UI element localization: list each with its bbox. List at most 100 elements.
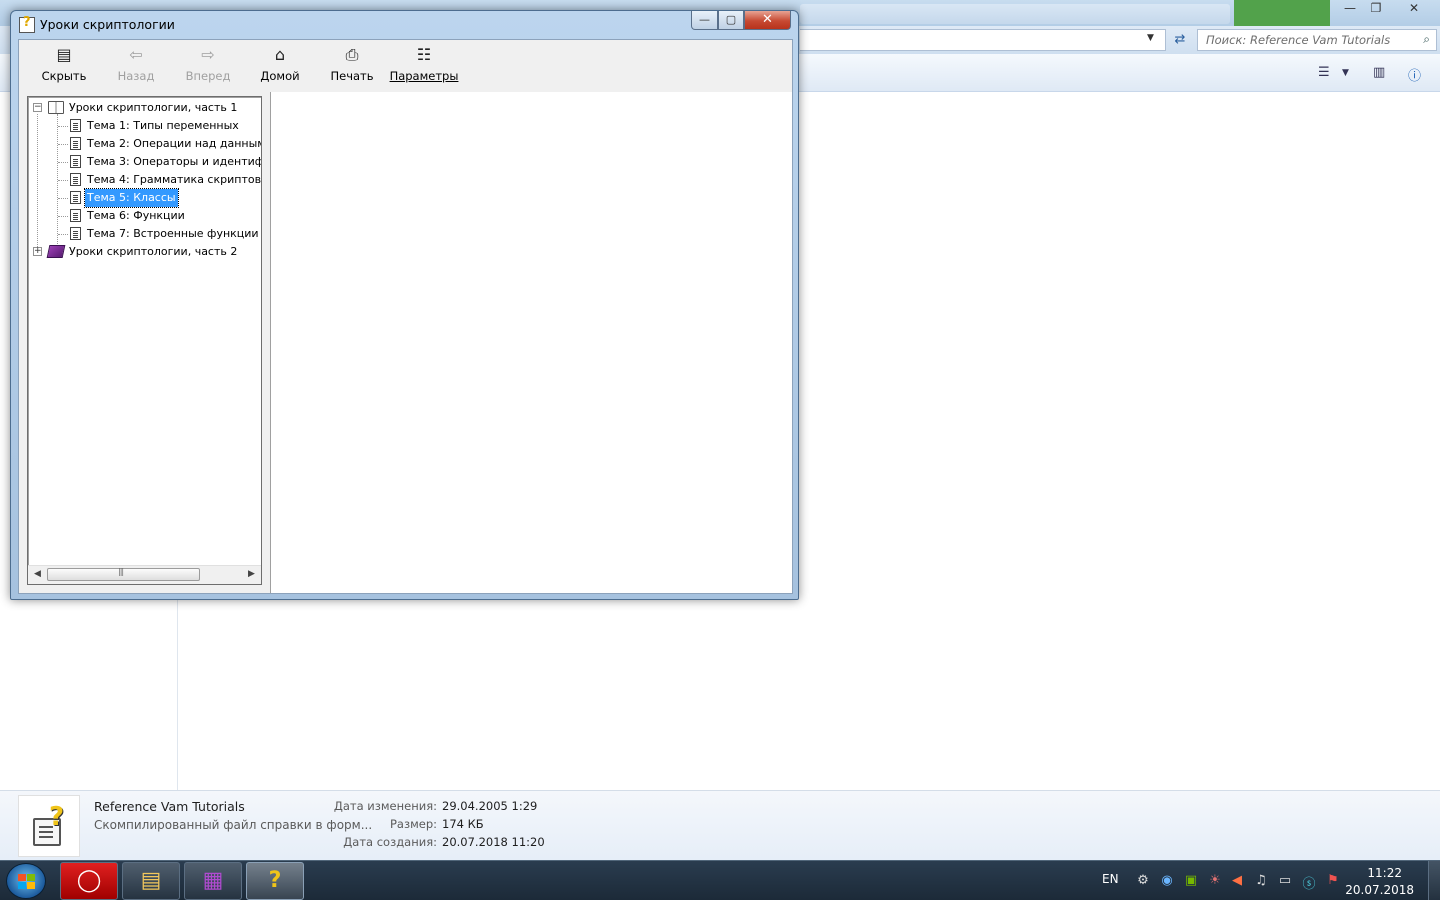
skype-icon[interactable]: ⓢ bbox=[1300, 873, 1318, 892]
address-field[interactable] bbox=[800, 29, 1166, 51]
topic-content-pane bbox=[270, 92, 792, 593]
windows-logo-icon bbox=[18, 874, 36, 890]
scroll-right-icon[interactable]: ▶ bbox=[243, 566, 260, 583]
toc-topic-label: Тема 4: Грамматика скриптов bbox=[87, 173, 261, 186]
start-button[interactable] bbox=[6, 863, 46, 899]
flag-icon[interactable]: ◀ bbox=[1228, 873, 1246, 888]
close-button[interactable]: ✕ bbox=[744, 11, 791, 30]
window-title: Уроки скриптологии bbox=[40, 17, 175, 32]
toc-book-label: Уроки скриптологии, часть 1 bbox=[69, 101, 238, 114]
toc-topic-label: Тема 6: Функции bbox=[87, 209, 185, 222]
scroll-left-icon[interactable]: ◀ bbox=[29, 566, 46, 583]
help-window: ? Уроки скриптологии — ▢ ✕ ▤ Скрыть ⇦ На… bbox=[10, 10, 799, 600]
explorer-restore-button[interactable]: ❐ bbox=[1362, 0, 1390, 18]
search-input[interactable]: Поиск: Reference Vam Tutorials ⌕ bbox=[1197, 29, 1437, 51]
help-file-icon: ? bbox=[268, 868, 282, 893]
nvidia-icon[interactable]: ▣ bbox=[1182, 873, 1200, 888]
details-modified-value: 29.04.2005 1:29 bbox=[442, 799, 538, 813]
home-button[interactable]: ⌂ Домой bbox=[249, 44, 311, 88]
toc-topic-label: Тема 7: Встроенные функции Гот bbox=[87, 227, 261, 240]
language-indicator[interactable]: EN bbox=[1102, 872, 1119, 886]
forward-arrow-icon: ⇨ bbox=[201, 45, 215, 64]
view-options-icon[interactable]: ☰ bbox=[1318, 65, 1330, 80]
printer-icon: ⎙ bbox=[345, 45, 359, 64]
details-created-value: 20.07.2018 11:20 bbox=[442, 835, 545, 849]
toc-book-label: Уроки скриптологии, часть 2 bbox=[69, 245, 238, 258]
search-placeholder: Поиск: Reference Vam Tutorials bbox=[1206, 33, 1391, 47]
refresh-icon[interactable]: ⇄ bbox=[1170, 30, 1190, 50]
show-desktop-button[interactable] bbox=[1428, 861, 1440, 900]
help-client-area: ▤ Скрыть ⇦ Назад ⇨ Вперед ⌂ Домой ⎙ Печа… bbox=[18, 39, 793, 594]
hide-button[interactable]: ▤ Скрыть bbox=[33, 44, 95, 88]
closed-book-icon bbox=[46, 245, 66, 258]
details-pane: ? Reference Vam Tutorials Скомпилированн… bbox=[0, 790, 1440, 860]
details-size-label: Размер: bbox=[389, 817, 437, 831]
page-icon bbox=[70, 191, 81, 204]
help-app-icon: ? bbox=[19, 15, 35, 33]
search-icon[interactable]: ⌕ bbox=[1423, 32, 1430, 47]
collapse-icon[interactable]: − bbox=[33, 103, 42, 112]
minimize-button[interactable]: — bbox=[691, 11, 718, 30]
details-created-label: Дата создания: bbox=[343, 835, 437, 849]
hide-icon: ▤ bbox=[56, 45, 72, 64]
taskbar-opera-button[interactable]: ◯ bbox=[60, 862, 118, 900]
details-modified-label: Дата изменения: bbox=[333, 799, 437, 813]
page-icon bbox=[70, 155, 81, 168]
explorer-accent-bar bbox=[1234, 0, 1330, 26]
toc-pane: − Уроки скриптологии, часть 1 Тема 1: Ти… bbox=[27, 96, 262, 585]
home-button-label: Домой bbox=[260, 69, 300, 83]
expand-icon[interactable]: + bbox=[33, 247, 42, 256]
options-button-label: Параметры bbox=[389, 69, 459, 83]
toc-topic-label: Тема 2: Операции над данными bbox=[87, 137, 261, 150]
toc-topic-label: Тема 1: Типы переменных bbox=[87, 119, 239, 132]
explorer-close-button[interactable]: ✕ bbox=[1400, 0, 1428, 18]
scroll-thumb[interactable] bbox=[47, 567, 200, 581]
help-titlebar[interactable]: ? Уроки скриптологии — ▢ ✕ bbox=[11, 11, 798, 39]
details-size-value: 174 КБ bbox=[442, 817, 484, 831]
volume-icon[interactable]: ♫ bbox=[1252, 873, 1270, 888]
page-icon bbox=[70, 119, 81, 132]
toc-tree: − Уроки скриптологии, часть 1 Тема 1: Ти… bbox=[28, 97, 261, 565]
options-button[interactable]: ☷ Параметры bbox=[385, 44, 463, 88]
back-arrow-icon: ⇦ bbox=[129, 45, 143, 64]
help-icon[interactable]: ⓘ bbox=[1408, 65, 1421, 84]
page-icon bbox=[70, 227, 81, 240]
toc-horizontal-scrollbar[interactable]: ◀ ▶ bbox=[28, 565, 261, 584]
action-center-icon[interactable]: ⚑ bbox=[1324, 873, 1342, 888]
clock-time[interactable]: 11:22 bbox=[1367, 866, 1402, 880]
preview-pane-icon[interactable]: ▥ bbox=[1373, 65, 1385, 80]
chm-file-icon: ? bbox=[18, 795, 80, 857]
folder-icon: ▤ bbox=[140, 868, 162, 893]
back-button[interactable]: ⇦ Назад bbox=[105, 44, 167, 88]
options-icon: ☷ bbox=[416, 45, 432, 64]
steam-icon[interactable]: ⚙ bbox=[1134, 873, 1152, 888]
explorer-breadcrumb-ghost bbox=[800, 4, 1230, 24]
page-icon bbox=[70, 209, 81, 222]
toc-topic-label: Тема 3: Операторы и идентифик bbox=[87, 155, 261, 168]
view-dropdown-icon[interactable]: ▼ bbox=[1342, 68, 1349, 78]
print-button-label: Печать bbox=[330, 69, 374, 83]
forward-button-label: Вперед bbox=[185, 69, 231, 83]
explorer-minimize-button[interactable]: — bbox=[1336, 0, 1364, 18]
archive-icon: ▦ bbox=[202, 868, 224, 893]
open-book-icon bbox=[48, 101, 64, 114]
maximize-button[interactable]: ▢ bbox=[718, 11, 744, 30]
forward-button[interactable]: ⇨ Вперед bbox=[177, 44, 239, 88]
clock-date[interactable]: 20.07.2018 bbox=[1345, 883, 1414, 897]
help-toolbar: ▤ Скрыть ⇦ Назад ⇨ Вперед ⌂ Домой ⎙ Печа… bbox=[19, 40, 792, 92]
print-button[interactable]: ⎙ Печать bbox=[321, 44, 383, 88]
system-tray: EN ⚙ ◉ ▣ ☀ ◀ ♫ ▭ ⓢ ⚑ 11:22 20.07.2018 bbox=[1090, 861, 1440, 900]
network-app-icon[interactable]: ☀ bbox=[1206, 873, 1224, 888]
address-dropdown-icon[interactable]: ▼ bbox=[1147, 33, 1154, 43]
hide-button-label: Скрыть bbox=[41, 69, 87, 83]
toc-topic-label: Тема 5: Классы bbox=[84, 188, 179, 208]
back-button-label: Назад bbox=[117, 69, 155, 83]
taskbar: ◯ ▤ ▦ ? EN ⚙ ◉ ▣ ☀ ◀ ♫ ▭ ⓢ ⚑ 11:22 20.07… bbox=[0, 860, 1440, 900]
display-icon[interactable]: ▭ bbox=[1276, 873, 1294, 888]
media-icon[interactable]: ◉ bbox=[1158, 873, 1176, 888]
opera-icon: ◯ bbox=[76, 868, 102, 893]
taskbar-explorer-button[interactable]: ▤ bbox=[122, 862, 180, 900]
taskbar-winrar-button[interactable]: ▦ bbox=[184, 862, 242, 900]
taskbar-help-button[interactable]: ? bbox=[246, 862, 304, 900]
details-file-name: Reference Vam Tutorials bbox=[94, 799, 245, 814]
